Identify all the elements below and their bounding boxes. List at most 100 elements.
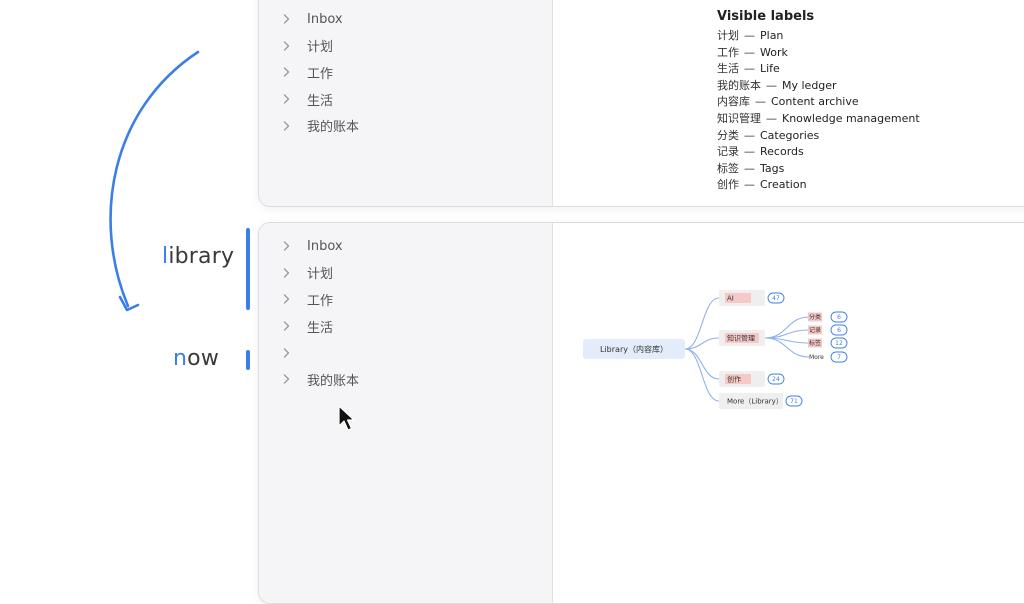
annotation-bracket-bar bbox=[246, 228, 250, 310]
chevron-right-icon[interactable] bbox=[279, 294, 293, 305]
chevron-right-icon[interactable] bbox=[279, 241, 293, 251]
label-en: Knowledge management bbox=[782, 111, 920, 125]
label-row: 分类 — Categories bbox=[717, 128, 920, 145]
annotation-text: ibrary bbox=[168, 244, 235, 269]
chevron-right-icon bbox=[283, 41, 289, 51]
label-en: Categories bbox=[760, 128, 820, 142]
mindmap-branch-label: More（Library） bbox=[727, 398, 783, 406]
label-separator: — bbox=[744, 45, 755, 59]
labels-title: Visible labels bbox=[717, 9, 815, 24]
chevron-right-icon bbox=[283, 94, 289, 104]
label-zh: 分类 bbox=[717, 128, 739, 142]
app-window-before: Inbox 计划工作生活 我的账本 Visible labels 计划 — Plan 工作… bbox=[258, 0, 1024, 207]
annotation-letter: n bbox=[173, 346, 188, 371]
mindmap-branch-label: 知识管理 bbox=[727, 334, 755, 343]
label-separator: — bbox=[766, 78, 777, 92]
mindmap-leaf-label: More bbox=[809, 354, 824, 361]
sidebar-item[interactable]: 工作 bbox=[259, 286, 552, 313]
content-pane: Library（内容库） AI 47 知识管理 分类 6 记录 6 标签 12 More 7 创作 24 M… bbox=[553, 223, 1024, 603]
label-zh: 记录 bbox=[717, 145, 739, 159]
sidebar: Inbox 计划工作生活我的账本 bbox=[259, 223, 553, 603]
chevron-right-icon bbox=[283, 121, 289, 131]
content-pane: Visible labels 计划 — Plan 工作 — Work 生活 — Life 我的账本… bbox=[553, 0, 1024, 206]
sidebar-item-label: 工作 bbox=[307, 293, 334, 309]
chevron-right-icon bbox=[283, 241, 289, 251]
count-badge-text: 71 bbox=[790, 398, 798, 405]
mindmap-leaf-label: 记录 bbox=[809, 326, 821, 334]
annotation-word-library: library bbox=[162, 244, 234, 269]
mouse-cursor-icon bbox=[338, 405, 355, 431]
mindmap-root-label: Library（内容库） bbox=[600, 344, 668, 354]
app-window-after: Inbox 计划 工作 生活 我的账本 Library（内容库） AI 47 知识管理 分类 6 记… bbox=[258, 222, 1024, 604]
count-badge-text: 47 bbox=[772, 295, 780, 302]
label-en: Creation bbox=[760, 178, 807, 192]
mindmap-connector bbox=[764, 316, 810, 339]
label-row: 记录 — Records bbox=[717, 144, 920, 161]
mindmap-branch-label: AI bbox=[727, 295, 734, 303]
label-separator: — bbox=[766, 111, 777, 125]
annotation-text: ow bbox=[187, 346, 220, 371]
label-separator: — bbox=[744, 29, 755, 42]
sidebar-item-label: 我的账本 bbox=[307, 373, 360, 389]
sidebar-item[interactable]: 生活 bbox=[259, 86, 552, 113]
chevron-right-icon[interactable] bbox=[279, 67, 293, 78]
mindmap-connector bbox=[684, 348, 720, 402]
sidebar-item[interactable]: 我的账本 bbox=[259, 112, 552, 139]
label-en: Life bbox=[760, 62, 780, 76]
label-row: 创作 — Creation bbox=[717, 177, 920, 194]
sidebar-item-label: Inbox bbox=[307, 238, 343, 254]
sidebar-item-label: 生活 bbox=[307, 320, 334, 336]
label-zh: 标签 bbox=[717, 161, 739, 175]
label-separator: — bbox=[755, 95, 766, 109]
label-en: Tags bbox=[760, 161, 785, 175]
chevron-right-icon[interactable] bbox=[279, 268, 293, 278]
sidebar-nav: Inbox 计划工作生活 我的账本 bbox=[259, 6, 552, 139]
mindmap-connector bbox=[684, 297, 720, 350]
label-en: Work bbox=[760, 45, 788, 59]
label-row: 我的账本 — My ledger bbox=[717, 78, 920, 95]
library-mindmap: Library（内容库） AI 47 知识管理 分类 6 记录 6 标签 12 More 7 创作 24 M… bbox=[583, 290, 848, 409]
mindmap-leaf-label: 标签 bbox=[809, 339, 821, 347]
chevron-right-icon[interactable] bbox=[279, 94, 293, 104]
label-row: 标签 — Tags bbox=[717, 161, 920, 178]
chevron-right-icon bbox=[283, 268, 289, 278]
label-en: Content archive bbox=[771, 95, 859, 109]
sidebar-item[interactable]: 工作 bbox=[259, 59, 552, 86]
label-separator: — bbox=[744, 62, 755, 76]
label-zh: 内容库 bbox=[717, 95, 750, 109]
sidebar-item[interactable]: Inbox bbox=[259, 6, 552, 33]
mindmap-branch-label: 创作 bbox=[727, 375, 741, 384]
label-zh: 创作 bbox=[717, 178, 739, 192]
arrow-head bbox=[118, 295, 140, 312]
sidebar-item[interactable]: 计划 bbox=[259, 33, 552, 60]
label-zh: 我的账本 bbox=[717, 78, 761, 92]
chevron-right-icon[interactable] bbox=[279, 14, 293, 24]
sidebar-item[interactable]: 生活 bbox=[259, 313, 552, 340]
sidebar-item-label: 计划 bbox=[307, 267, 334, 283]
chevron-right-icon[interactable] bbox=[279, 121, 293, 131]
label-row: 计划 — Plan bbox=[717, 28, 920, 45]
label-zh: 生活 bbox=[717, 62, 739, 76]
sidebar-item-label: Inbox bbox=[307, 11, 343, 27]
chevron-right-icon[interactable] bbox=[279, 41, 293, 51]
label-row: 生活 — Life bbox=[717, 61, 920, 78]
label-en: Plan bbox=[760, 29, 784, 42]
sidebar-item[interactable]: 计划 bbox=[259, 260, 552, 287]
sidebar-item[interactable]: Inbox bbox=[259, 233, 552, 260]
count-badge-text: 7 bbox=[837, 354, 841, 361]
sidebar-item[interactable]: 我的账本 bbox=[259, 366, 552, 393]
label-row: 知识管理 — Knowledge management bbox=[717, 111, 920, 128]
chevron-right-icon bbox=[283, 321, 289, 331]
chevron-right-icon[interactable] bbox=[279, 348, 293, 358]
sidebar-item-label: 工作 bbox=[307, 66, 334, 82]
label-row: 工作 — Work bbox=[717, 45, 920, 62]
label-separator: — bbox=[744, 145, 755, 159]
count-badge-text: 12 bbox=[835, 340, 843, 347]
sidebar-nav: Inbox 计划工作生活我的账本 bbox=[259, 233, 552, 393]
sidebar-item[interactable] bbox=[259, 339, 552, 366]
count-badge-text: 6 bbox=[837, 327, 841, 334]
label-separator: — bbox=[744, 178, 755, 192]
chevron-right-icon[interactable] bbox=[279, 374, 293, 384]
chevron-right-icon[interactable] bbox=[279, 321, 293, 331]
label-en: My ledger bbox=[782, 78, 837, 92]
